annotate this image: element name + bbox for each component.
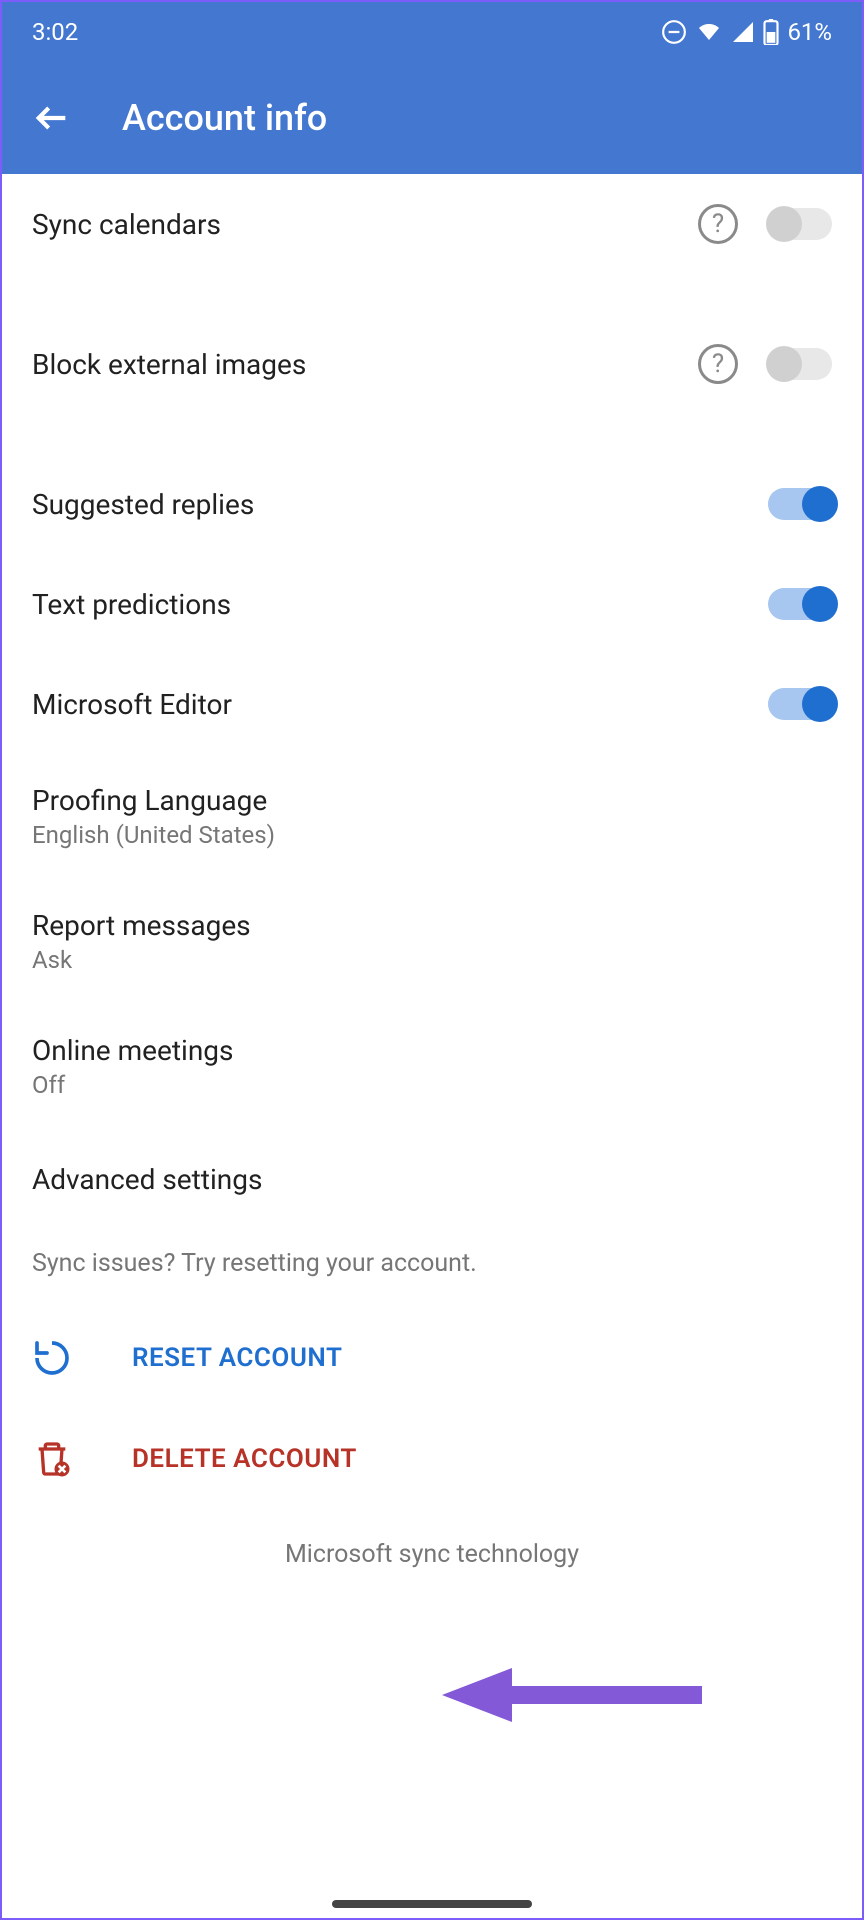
toggle-block-external-images[interactable] bbox=[768, 348, 832, 380]
row-text-predictions[interactable]: Text predictions bbox=[2, 554, 862, 654]
wifi-icon bbox=[695, 20, 723, 44]
delete-account-label: DELETE ACCOUNT bbox=[132, 1444, 357, 1474]
app-bar: Account info bbox=[2, 62, 862, 174]
status-indicators: 61% bbox=[661, 18, 832, 46]
settings-list: Sync calendars ? Block external images ?… bbox=[2, 174, 862, 1609]
arrow-back-icon bbox=[32, 98, 72, 138]
value-online-meetings: Off bbox=[32, 1071, 832, 1099]
label-online-meetings: Online meetings bbox=[32, 1034, 832, 1067]
sync-hint: Sync issues? Try resetting your account. bbox=[2, 1229, 862, 1308]
row-sync-calendars[interactable]: Sync calendars ? bbox=[2, 174, 862, 274]
status-bar: 3:02 61% bbox=[2, 2, 862, 62]
reset-account-button[interactable]: RESET ACCOUNT bbox=[2, 1308, 862, 1408]
label-suggested-replies: Suggested replies bbox=[32, 488, 768, 521]
label-proofing-language: Proofing Language bbox=[32, 784, 832, 817]
battery-percent: 61% bbox=[787, 18, 832, 46]
toggle-text-predictions[interactable] bbox=[768, 588, 832, 620]
nav-bar[interactable] bbox=[332, 1900, 532, 1908]
row-block-external-images[interactable]: Block external images ? bbox=[2, 314, 862, 414]
row-online-meetings[interactable]: Online meetings Off bbox=[2, 1004, 862, 1129]
label-block-external-images: Block external images bbox=[32, 348, 698, 381]
toggle-suggested-replies[interactable] bbox=[768, 488, 832, 520]
reset-account-label: RESET ACCOUNT bbox=[132, 1343, 342, 1373]
battery-icon bbox=[763, 19, 779, 45]
value-report-messages: Ask bbox=[32, 946, 832, 974]
help-icon[interactable]: ? bbox=[698, 204, 738, 244]
label-advanced-settings: Advanced settings bbox=[32, 1163, 832, 1196]
help-icon[interactable]: ? bbox=[698, 344, 738, 384]
label-report-messages: Report messages bbox=[32, 909, 832, 942]
delete-account-button[interactable]: DELETE ACCOUNT bbox=[2, 1408, 862, 1510]
footer-text: Microsoft sync technology bbox=[2, 1510, 862, 1609]
toggle-sync-calendars[interactable] bbox=[768, 208, 832, 240]
status-time: 3:02 bbox=[32, 18, 78, 46]
row-proofing-language[interactable]: Proofing Language English (United States… bbox=[2, 754, 862, 879]
reset-icon bbox=[32, 1338, 72, 1378]
row-suggested-replies[interactable]: Suggested replies bbox=[2, 454, 862, 554]
label-microsoft-editor: Microsoft Editor bbox=[32, 688, 768, 721]
label-sync-calendars: Sync calendars bbox=[32, 208, 698, 241]
do-not-disturb-icon bbox=[661, 19, 687, 45]
annotation-arrow bbox=[442, 1660, 702, 1730]
back-button[interactable] bbox=[32, 98, 72, 138]
label-text-predictions: Text predictions bbox=[32, 588, 768, 621]
trash-icon bbox=[32, 1438, 72, 1480]
row-microsoft-editor[interactable]: Microsoft Editor bbox=[2, 654, 862, 754]
toggle-microsoft-editor[interactable] bbox=[768, 688, 832, 720]
page-title: Account info bbox=[122, 97, 327, 139]
row-advanced-settings[interactable]: Advanced settings bbox=[2, 1129, 862, 1229]
value-proofing-language: English (United States) bbox=[32, 821, 832, 849]
row-report-messages[interactable]: Report messages Ask bbox=[2, 879, 862, 1004]
signal-icon bbox=[731, 20, 755, 44]
